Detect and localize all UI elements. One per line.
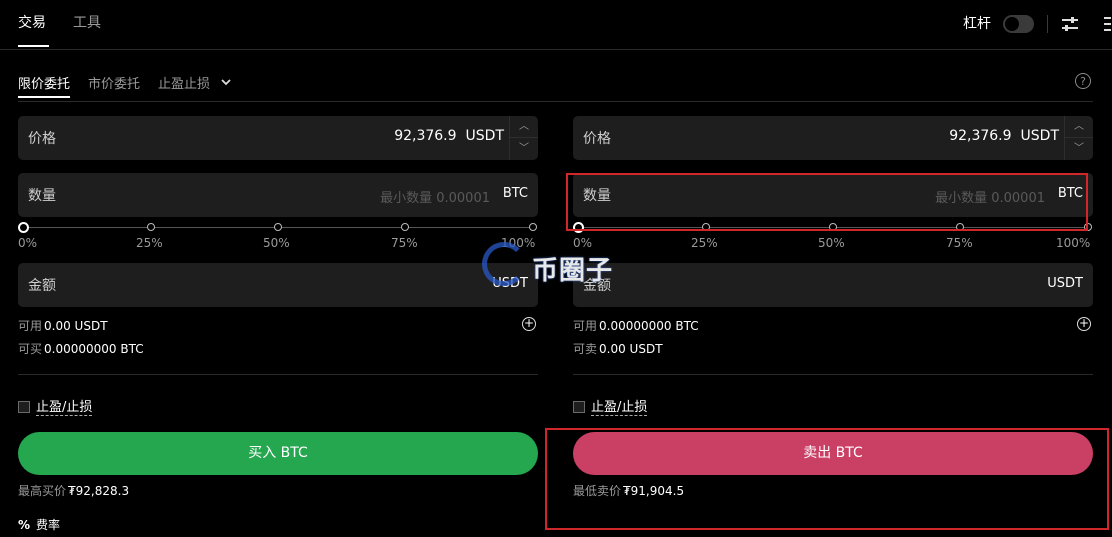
buy-price-number: 92,376.9 bbox=[394, 128, 457, 144]
sell-best-price: 最低卖价 ₮91,904.5 bbox=[573, 482, 684, 499]
buy-price-label: 价格 bbox=[28, 131, 56, 147]
slider-mark-75[interactable] bbox=[401, 223, 409, 231]
slider-mark-100[interactable] bbox=[1084, 223, 1092, 231]
avail-label: 可用 bbox=[573, 319, 598, 333]
chevron-up-icon[interactable]: ︿ bbox=[510, 116, 538, 138]
slider-mark-25[interactable] bbox=[702, 223, 710, 231]
buy-button[interactable]: 买入 BTC bbox=[18, 432, 538, 475]
sell-price-value: 92,376.9 USDT bbox=[949, 128, 1059, 144]
slider-label: 100% bbox=[501, 236, 536, 250]
sell-price-label: 价格 bbox=[583, 131, 611, 147]
plus-circle-icon[interactable]: + bbox=[1077, 317, 1091, 331]
fee-label: 费率 bbox=[36, 518, 61, 532]
buy-best-price: 最高买价 ₮92,828.3 bbox=[18, 482, 129, 499]
percent-icon: % bbox=[18, 518, 31, 532]
avail-value: 0.00 USDT bbox=[44, 319, 108, 333]
buy-price-stepper: ︿ ﹀ bbox=[509, 116, 538, 160]
slider-mark-75[interactable] bbox=[956, 223, 964, 231]
sell-price-stepper: ︿ ﹀ bbox=[1064, 116, 1093, 160]
slider-label: 50% bbox=[818, 236, 845, 250]
slider-mark-50[interactable] bbox=[274, 223, 282, 231]
sell-tpsl-checkbox[interactable] bbox=[573, 401, 585, 413]
slider-label: 50% bbox=[263, 236, 290, 250]
buy-amount-label: 金额 bbox=[28, 278, 56, 294]
buy-tpsl-option[interactable]: 止盈/止损 bbox=[18, 396, 93, 416]
buy-max: 可买 0.00000000 BTC bbox=[18, 340, 144, 357]
buy-qty-unit: BTC bbox=[502, 186, 528, 201]
slider-label: 25% bbox=[691, 236, 718, 250]
buy-amount-field[interactable]: 金额 USDT bbox=[18, 263, 538, 307]
buy-price-unit: USDT bbox=[465, 128, 504, 144]
plus-circle-icon[interactable]: + bbox=[522, 317, 536, 331]
best-sell-value: ₮91,904.5 bbox=[623, 484, 685, 498]
can-sell-label: 可卖 bbox=[573, 342, 598, 356]
sell-button[interactable]: 卖出 BTC bbox=[573, 432, 1093, 475]
sell-qty-label: 数量 bbox=[583, 188, 611, 204]
sell-price-unit: USDT bbox=[1020, 128, 1059, 144]
buy-available: 可用 0.00 USDT bbox=[18, 317, 108, 334]
best-sell-label: 最低卖价 bbox=[573, 484, 622, 498]
sell-available: 可用 0.00000000 BTC bbox=[573, 317, 699, 334]
slider-label: 0% bbox=[18, 236, 38, 250]
buy-qty-label: 数量 bbox=[28, 188, 56, 204]
slider-mark-50[interactable] bbox=[829, 223, 837, 231]
slider-handle[interactable] bbox=[573, 222, 584, 233]
slider-label: 0% bbox=[573, 236, 593, 250]
menu-icon[interactable] bbox=[1101, 14, 1111, 34]
buy-panel: 价格 92,376.9 USDT ︿ ﹀ 数量 最小数量 0.00001 BTC … bbox=[18, 0, 538, 537]
buy-tpsl-checkbox[interactable] bbox=[18, 401, 30, 413]
sell-max: 可卖 0.00 USDT bbox=[573, 340, 663, 357]
sell-amount-unit: USDT bbox=[1047, 276, 1083, 291]
sell-quantity-field[interactable]: 数量 最小数量 0.00001 BTC bbox=[573, 173, 1093, 217]
sell-qty-placeholder: 最小数量 0.00001 bbox=[935, 191, 1045, 206]
slider-label: 75% bbox=[946, 236, 973, 250]
best-buy-value: ₮92,828.3 bbox=[68, 484, 130, 498]
best-buy-label: 最高买价 bbox=[18, 484, 67, 498]
chevron-up-icon[interactable]: ︿ bbox=[1065, 116, 1093, 138]
avail-label: 可用 bbox=[18, 319, 43, 333]
sell-amount-field[interactable]: 金额 USDT bbox=[573, 263, 1093, 307]
slider-mark-25[interactable] bbox=[147, 223, 155, 231]
slider-label: 100% bbox=[1056, 236, 1091, 250]
sell-tpsl-option[interactable]: 止盈/止损 bbox=[573, 396, 648, 416]
slider-mark-100[interactable] bbox=[529, 223, 537, 231]
sell-amount-label: 金额 bbox=[583, 278, 611, 294]
sell-price-number: 92,376.9 bbox=[949, 128, 1012, 144]
can-buy-value: 0.00000000 BTC bbox=[44, 342, 144, 356]
can-sell-value: 0.00 USDT bbox=[599, 342, 663, 356]
buy-amount-unit: USDT bbox=[492, 276, 528, 291]
avail-value: 0.00000000 BTC bbox=[599, 319, 699, 333]
buy-quantity-field[interactable]: 数量 最小数量 0.00001 BTC bbox=[18, 173, 538, 217]
slider-label: 75% bbox=[391, 236, 418, 250]
slider-handle[interactable] bbox=[18, 222, 29, 233]
panel-divider bbox=[573, 374, 1093, 375]
sell-panel: 价格 92,376.9 USDT ︿ ﹀ 数量 最小数量 0.00001 BTC … bbox=[573, 0, 1093, 537]
buy-price-value: 92,376.9 USDT bbox=[394, 128, 504, 144]
sell-qty-unit: BTC bbox=[1057, 186, 1083, 201]
sell-price-field[interactable]: 价格 92,376.9 USDT ︿ ﹀ bbox=[573, 116, 1093, 160]
slider-label: 25% bbox=[136, 236, 163, 250]
chevron-down-icon[interactable]: ﹀ bbox=[1065, 138, 1093, 160]
buy-price-field[interactable]: 价格 92,376.9 USDT ︿ ﹀ bbox=[18, 116, 538, 160]
sell-tpsl-label: 止盈/止损 bbox=[591, 400, 648, 416]
fee-rate[interactable]: % 费率 bbox=[18, 516, 60, 533]
can-buy-label: 可买 bbox=[18, 342, 43, 356]
buy-qty-placeholder: 最小数量 0.00001 bbox=[380, 191, 490, 206]
buy-tpsl-label: 止盈/止损 bbox=[36, 400, 93, 416]
panel-divider bbox=[18, 374, 538, 375]
chevron-down-icon[interactable]: ﹀ bbox=[510, 138, 538, 160]
